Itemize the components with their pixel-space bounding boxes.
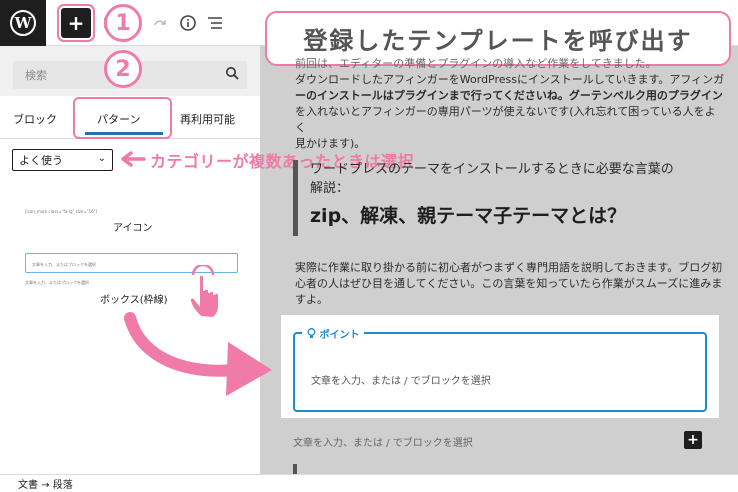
second-paragraph[interactable]: 実際に作業に取り掛かる前に初心者がつまずく専門用語を説明しておきます。ブログ初 … (295, 260, 725, 308)
pattern-box-preview-text: 文章を入力、またはブロックを選択 (32, 262, 96, 267)
intro-line-4: を入れないとアフィンガーの専用パーツが使えないです(入れ忘れて困っている人をよく (295, 105, 716, 134)
quote-small-line-2: 解説： (310, 181, 350, 196)
outline-icon[interactable] (203, 11, 227, 35)
pattern-icon-title[interactable]: アイコン (113, 219, 153, 234)
redo-icon[interactable] (148, 11, 172, 35)
pattern-icon-preview-text: [icon_mark class="fa-lg" size="16"] (25, 209, 98, 214)
search-placeholder: 検索 (25, 69, 47, 82)
block-inserter-toggle-button[interactable]: + (59, 6, 93, 40)
category-select-value: よく使う (19, 154, 63, 167)
step-1-badge: 1 (104, 4, 142, 42)
patterns-tab-highlight (73, 97, 172, 139)
point-box-label-text: ポイント (319, 330, 360, 341)
wordpress-logo-icon: W (10, 10, 36, 36)
intro-line-5: 見かけます)。 (295, 137, 366, 150)
block-inserter-panel: 検索 ブロック パターン 再利用可能 よく使う ⌄ [icon_mark cla… (0, 46, 260, 474)
info-icon[interactable] (176, 11, 200, 35)
intro-line-3: ーのインストールはプラグインまで行ってくださいね。グーテンベルク用のプラグイン (295, 89, 723, 102)
add-block-button[interactable]: + (684, 431, 702, 449)
para2-line-2: 心者の人はぜひ目を通してください。この言葉を知っていたら作業がスムーズに進みま (295, 277, 723, 290)
curved-arrow-icon (122, 312, 282, 406)
point-box-placeholder[interactable]: 文章を入力、または / でブロックを選択 (311, 372, 491, 387)
chevron-down-icon: ⌄ (97, 153, 106, 164)
wordpress-logo-button[interactable]: W (0, 0, 46, 46)
block-breadcrumb: 文書 → 段落 (0, 474, 738, 492)
empty-paragraph-placeholder[interactable]: 文章を入力、または / でブロックを選択 (293, 434, 473, 449)
inserter-tabs: ブロック パターン 再利用可能 (0, 97, 260, 139)
intro-line-1: 前回は、エディターの準備とプラグインの導入など作業をしてきました。 (295, 57, 657, 70)
search-icon (225, 66, 239, 84)
pattern-box-preview-subtext: 文章を入力、またはブロックを選択 (25, 280, 89, 285)
para2-line-3: すよ。 (295, 293, 328, 306)
breadcrumb-text[interactable]: 文書 → 段落 (18, 476, 73, 491)
text-cursor (293, 464, 297, 474)
tab-blocks[interactable]: ブロック (13, 111, 57, 127)
quote-heading: zip、解凍、親テーマ子テーマとは？ (310, 205, 627, 227)
intro-paragraph[interactable]: 前回は、エディターの準備とプラグインの導入など作業をしてきました。 ダウンロード… (295, 56, 725, 152)
annotation-arrow-left-icon (120, 150, 146, 173)
pattern-box-title[interactable]: ボックス(枠線) (100, 291, 168, 306)
intro-line-2: ダウンロードしたアフィンガーをWordPressにインストールしていきます。アフ… (295, 73, 725, 86)
point-box-label: ポイント (302, 326, 365, 341)
pattern-category-select[interactable]: よく使う ⌄ (12, 149, 113, 171)
tab-reusable[interactable]: 再利用可能 (180, 111, 235, 127)
heading-quote-block[interactable]: ワードプレスのテーマをインストールするときに必要な言葉の 解説： zip、解凍、… (293, 160, 703, 236)
step-2-badge: 2 (104, 50, 142, 88)
para2-line-1: 実際に作業に取り掛かる前に初心者がつまずく専門用語を説明しておきます。ブログ初 (295, 261, 723, 274)
lightbulb-icon (307, 328, 319, 341)
quote-small-line-1: ワードプレスのテーマをインストールするときに必要な言葉の (310, 162, 674, 177)
